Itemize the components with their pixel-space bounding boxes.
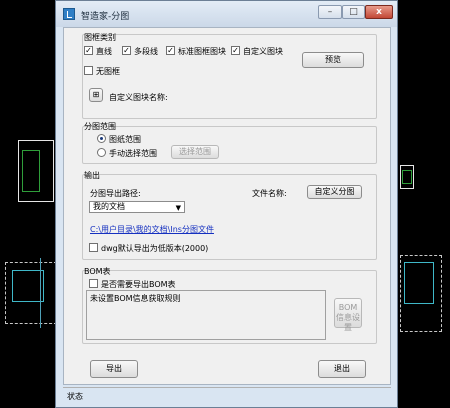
radio-drawing-range-label: 图纸范围 bbox=[109, 135, 141, 144]
checkbox-export-bom-label: 是否需要导出BOM表 bbox=[101, 280, 176, 289]
bom-label: BOM表 bbox=[84, 267, 111, 276]
preview-button[interactable]: 预览 bbox=[302, 52, 364, 68]
cad-detail-right-bottom bbox=[404, 262, 434, 304]
cad-detail-left bbox=[22, 150, 40, 192]
checkbox-custom-block-label: 自定义图块 bbox=[243, 47, 283, 56]
export-path-select[interactable]: 我的文档 ▼ bbox=[89, 201, 185, 213]
split-dialog: 智造家-分图 – □ x 图框类别 ✓ 直线 ✓ 多段线 ✓ 标准图框图块 ✓ … bbox=[55, 0, 398, 408]
checkbox-export-bom[interactable] bbox=[89, 279, 98, 288]
checkbox-no-frame-label: 无图框 bbox=[96, 67, 120, 76]
checkbox-standard-block[interactable]: ✓ bbox=[166, 46, 175, 55]
maximize-button[interactable]: □ bbox=[342, 5, 365, 19]
block-category-label: 图框类别 bbox=[84, 33, 116, 42]
export-path-link[interactable]: C:\用户目录\我的文档\Ins分图文件 bbox=[90, 224, 214, 235]
block-pick-icon[interactable]: ⊞ bbox=[89, 88, 103, 102]
checkbox-dwg-low-version[interactable] bbox=[89, 243, 98, 252]
checkbox-standard-block-label: 标准图框图块 bbox=[178, 47, 226, 56]
dialog-client: 图框类别 ✓ 直线 ✓ 多段线 ✓ 标准图框图块 ✓ 自定义图块 预览 无图框 … bbox=[63, 27, 391, 385]
output-label: 输出 bbox=[84, 171, 100, 180]
file-name-label: 文件名称: bbox=[252, 189, 287, 198]
checkbox-polyline-label: 多段线 bbox=[134, 47, 158, 56]
title-bar[interactable]: 智造家-分图 – □ x bbox=[56, 1, 397, 27]
custom-split-button[interactable]: 自定义分图 bbox=[307, 185, 362, 199]
export-path-select-value: 我的文档 bbox=[93, 202, 125, 211]
export-button[interactable]: 导出 bbox=[90, 360, 138, 378]
app-icon bbox=[63, 8, 75, 20]
minimize-button[interactable]: – bbox=[318, 5, 342, 19]
status-bar: 状态 bbox=[63, 387, 391, 403]
exit-button[interactable]: 退出 bbox=[318, 360, 366, 378]
select-range-button[interactable]: 选择范围 bbox=[171, 145, 219, 159]
checkbox-line[interactable]: ✓ bbox=[84, 46, 93, 55]
checkbox-polyline[interactable]: ✓ bbox=[122, 46, 131, 55]
custom-block-name-label: 自定义图块名称: bbox=[109, 93, 168, 102]
checkbox-custom-block[interactable]: ✓ bbox=[231, 46, 240, 55]
window-title: 智造家-分图 bbox=[81, 12, 130, 22]
close-button[interactable]: x bbox=[365, 5, 393, 19]
split-range-label: 分图范围 bbox=[84, 122, 116, 131]
chevron-down-icon: ▼ bbox=[175, 204, 181, 212]
radio-manual-range-label: 手动选择范围 bbox=[109, 149, 157, 158]
bom-settings-button[interactable]: BOM信息设置 bbox=[334, 298, 362, 332]
checkbox-no-frame[interactable] bbox=[84, 66, 93, 75]
radio-manual-range[interactable] bbox=[97, 148, 106, 157]
radio-drawing-range[interactable] bbox=[97, 134, 106, 143]
checkbox-line-label: 直线 bbox=[96, 47, 112, 56]
export-path-label: 分图导出路径: bbox=[90, 189, 141, 198]
cad-detail-right-top bbox=[402, 170, 412, 184]
status-text: 状态 bbox=[67, 392, 83, 401]
bom-info-text: 未设置BOM信息获取规则 bbox=[86, 290, 326, 340]
checkbox-dwg-low-version-label: dwg默认导出为低版本(2000) bbox=[101, 244, 209, 253]
cad-axis-left bbox=[40, 258, 41, 328]
